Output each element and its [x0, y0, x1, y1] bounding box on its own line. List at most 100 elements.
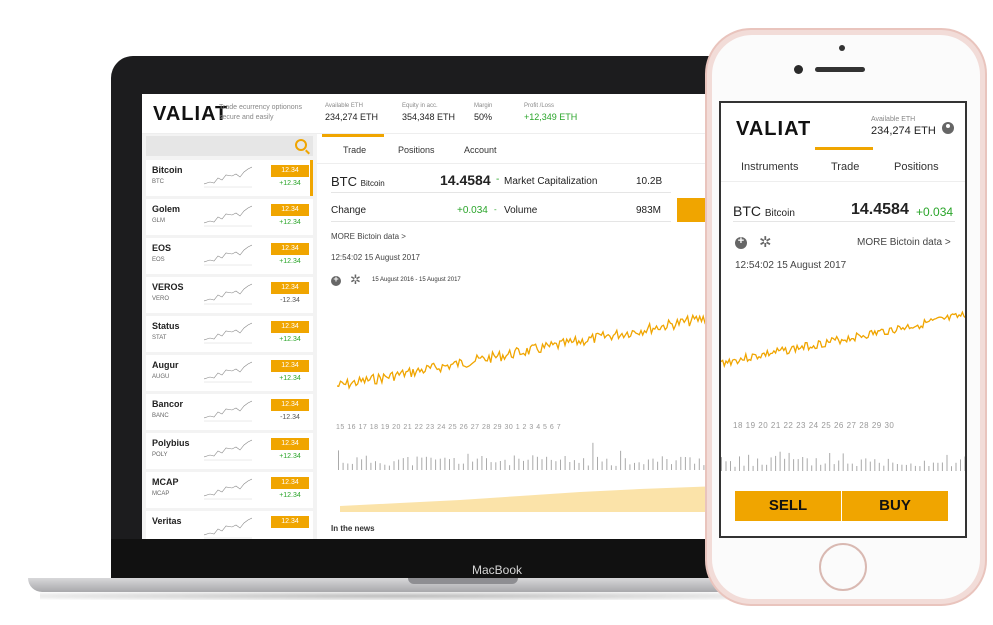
web-logo[interactable]: VALIAT	[153, 103, 228, 126]
instrument-item[interactable]: Bitcoin BTC 12.34 +12.34	[146, 160, 313, 196]
instrument-item[interactable]: EOS EOS 12.34 +12.34	[146, 238, 313, 274]
volume-bar	[887, 458, 889, 471]
search-icon[interactable]	[295, 139, 307, 151]
volume-bar	[486, 458, 487, 470]
volume-bar	[689, 457, 691, 470]
volume-bar	[960, 459, 961, 471]
volume-arrow-icon: -	[494, 205, 497, 214]
change-label: Change	[331, 205, 367, 216]
instrument-symbol: VERO	[152, 296, 170, 302]
search-input[interactable]	[146, 136, 313, 156]
tab-account[interactable]: Account	[464, 145, 497, 155]
volume-bar	[865, 458, 867, 471]
gear-icon[interactable]: ✲	[350, 272, 361, 288]
change-value: +12.34	[279, 492, 301, 499]
gear-icon[interactable]: ✲	[759, 233, 772, 251]
price-badge[interactable]: 12.34	[271, 438, 309, 450]
volume-bar	[797, 459, 799, 471]
volume-bar	[878, 462, 880, 471]
add-icon[interactable]	[331, 274, 341, 286]
instrument-symbol: STAT	[152, 335, 167, 341]
volume-bar	[802, 457, 804, 471]
volume-bar	[481, 456, 483, 470]
volume-bar	[439, 458, 441, 470]
change-value: +12.34	[279, 375, 301, 382]
more-data-link[interactable]: MORE Bictoin data >	[857, 237, 951, 248]
chevron-right-icon: >	[944, 237, 951, 248]
laptop-shadow	[40, 592, 760, 600]
price-arrow-icon: -	[496, 174, 500, 185]
volume-bar	[784, 458, 786, 471]
home-button[interactable]	[819, 543, 867, 591]
price-badge[interactable]: 12.34	[271, 165, 309, 177]
price-badge[interactable]: 12.34	[271, 516, 309, 528]
market-cap-value: 10.2B	[636, 176, 663, 187]
orange-action-tab[interactable]	[677, 198, 707, 222]
price-badge[interactable]: 12.34	[271, 399, 309, 411]
volume-bar	[914, 465, 916, 471]
volume-bar	[379, 463, 381, 470]
volume-bar	[467, 453, 469, 470]
date-range: 15 August 2016 - 15 August 2017	[372, 277, 461, 283]
buy-button[interactable]: BUY	[842, 491, 948, 521]
tab-positions[interactable]: Positions	[894, 161, 939, 173]
laptop-base	[28, 578, 768, 592]
phone-speaker	[815, 67, 865, 72]
volume-bar	[647, 459, 649, 470]
btc-symbol: BTC Bitcoin	[733, 203, 795, 219]
volume-bar	[546, 456, 548, 470]
price-badge[interactable]: 12.34	[271, 282, 309, 294]
volume-bar	[643, 464, 645, 470]
instrument-item[interactable]: Polybius POLY 12.34 +12.34	[146, 433, 313, 469]
volume-bar	[743, 465, 745, 471]
instrument-name: VEROS	[152, 282, 184, 292]
instrument-item[interactable]: Veritas 12.34	[146, 511, 313, 539]
instrument-item[interactable]: Golem GLM 12.34 +12.34	[146, 199, 313, 235]
price-badge[interactable]: 12.34	[271, 360, 309, 372]
volume-bar	[361, 459, 363, 470]
instrument-symbol: MCAP	[152, 491, 170, 497]
divider	[733, 221, 955, 222]
price-badge[interactable]: 12.34	[271, 204, 309, 216]
price-badge[interactable]: 12.34	[271, 321, 309, 333]
btc-change: +0.034	[916, 205, 954, 219]
tab-instruments[interactable]: Instruments	[741, 161, 798, 173]
instrument-item[interactable]: Augur AUGU 12.34 +12.34	[146, 355, 313, 391]
volume-bar	[739, 456, 740, 471]
volume-bar	[811, 465, 813, 471]
add-icon[interactable]	[735, 235, 747, 249]
volume-bar	[384, 464, 386, 470]
user-icon[interactable]	[942, 122, 954, 134]
instrument-symbol: BTC	[152, 179, 164, 185]
x-axis-ticks: 18 19 20 21 22 23 24 25 26 27 28 29 30	[733, 421, 895, 430]
volume-value: 983M	[636, 205, 662, 216]
sparkline	[204, 478, 252, 500]
price-badge[interactable]: 12.34	[271, 477, 309, 489]
volume-bar	[829, 453, 831, 471]
volume-bar	[652, 458, 654, 470]
volume-bar	[444, 457, 446, 470]
active-tab-indicator	[815, 147, 873, 150]
tab-trade[interactable]: Trade	[343, 145, 366, 155]
tab-positions[interactable]: Positions	[398, 145, 435, 155]
tab-trade[interactable]: Trade	[831, 161, 859, 173]
volume-bar	[698, 458, 700, 470]
more-data-link[interactable]: MORE Bictoin data >	[331, 232, 406, 241]
volume-bar	[388, 465, 390, 470]
web-header: VALIAT Trade ecurrency optionons secure …	[142, 94, 742, 134]
mobile-logo[interactable]: VALIAT	[736, 118, 811, 141]
market-cap-label: Market Capitalization	[504, 176, 598, 187]
sparkline	[204, 244, 252, 266]
volume-bar	[338, 450, 339, 470]
price-badge[interactable]: 12.34	[271, 243, 309, 255]
volume-bar	[901, 464, 903, 471]
instrument-item[interactable]: MCAP MCAP 12.34 +12.34	[146, 472, 313, 508]
sell-button[interactable]: SELL	[735, 491, 841, 521]
volume-bar	[833, 464, 835, 471]
instrument-item[interactable]: Bancor BANC 12.34 -12.34	[146, 394, 313, 430]
instrument-item[interactable]: Status STAT 12.34 +12.34	[146, 316, 313, 352]
volume-label: Volume	[504, 205, 538, 216]
instrument-item[interactable]: VEROS VERO 12.34 -12.34	[146, 277, 313, 313]
volume-bar	[892, 462, 894, 471]
sparkline	[204, 361, 252, 383]
